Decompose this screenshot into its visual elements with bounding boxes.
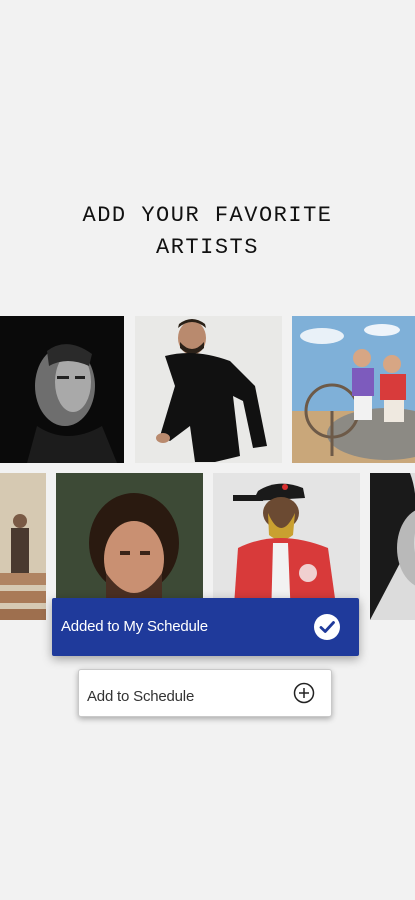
artist-row-1 — [0, 316, 415, 463]
artist-photo-man-black — [135, 316, 282, 463]
add-to-schedule-button[interactable]: Add to Schedule — [78, 669, 332, 717]
page-title: ADD YOUR FAVORITE ARTISTS — [0, 200, 415, 264]
add-to-schedule-label: Add to Schedule — [87, 688, 195, 705]
toast-message: Added to My Schedule — [61, 618, 208, 635]
plus-circle-icon — [293, 682, 315, 704]
artist-photo-staircase — [0, 473, 46, 620]
page-title-line-2: ARTISTS — [156, 235, 259, 260]
artist-photo-woman — [370, 473, 415, 620]
page-title-line-1: ADD YOUR FAVORITE — [82, 203, 333, 228]
added-toast: Added to My Schedule — [52, 598, 359, 656]
check-circle-icon — [314, 614, 340, 640]
artist-tile-3[interactable] — [292, 316, 415, 463]
artist-photo-portrait-bw — [0, 316, 124, 463]
artist-photo-duo — [292, 316, 415, 463]
artist-tile-7[interactable] — [370, 473, 415, 620]
artist-tile-1[interactable] — [0, 316, 124, 463]
artist-tile-4[interactable] — [0, 473, 46, 620]
artist-tile-2[interactable] — [135, 316, 282, 463]
